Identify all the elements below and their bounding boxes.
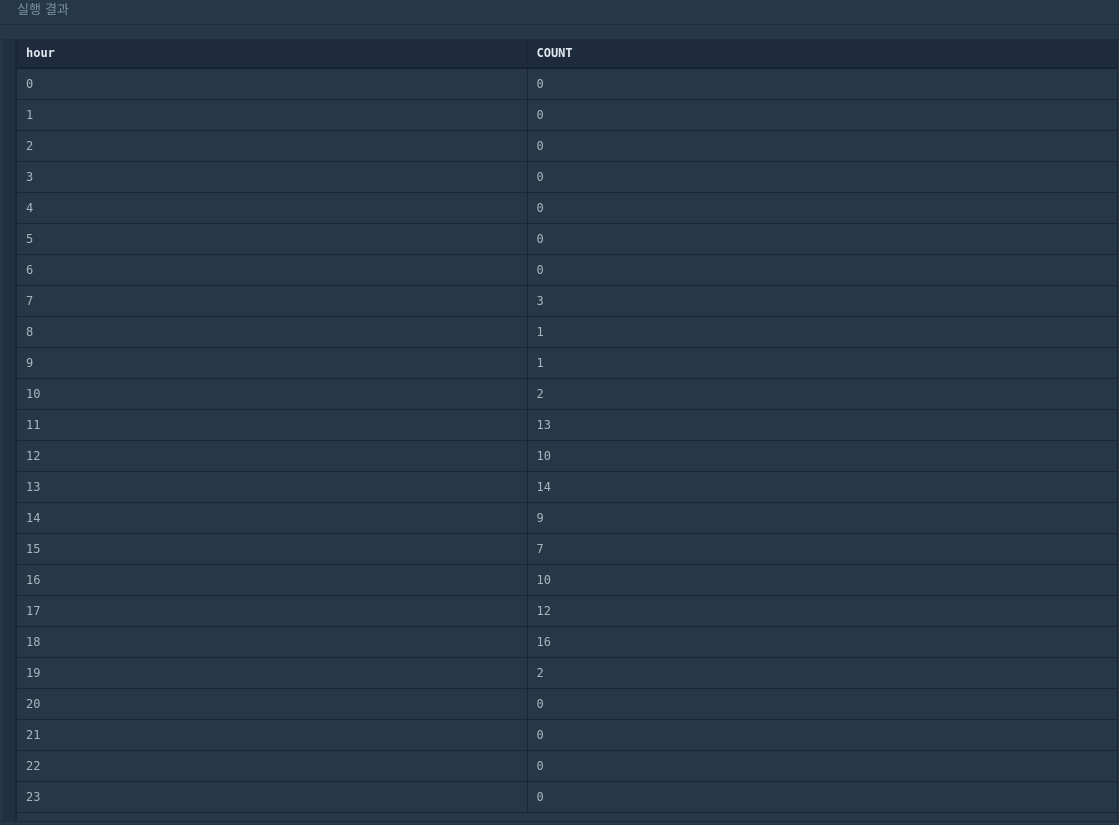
table-row: 15 7	[17, 533, 1118, 565]
cell-hour: 14	[17, 502, 528, 534]
cell-count: 7	[527, 533, 1118, 565]
cell-hour: 19	[17, 657, 528, 689]
cell-count: 0	[527, 223, 1118, 255]
cell-count: 0	[527, 68, 1118, 100]
cell-count: 0	[527, 254, 1118, 286]
table-row: 20 0	[17, 688, 1118, 720]
cell-hour: 15	[17, 533, 528, 565]
result-table: hour COUNT 0 0 1 0 2 0 3 0 4 0 5 0 6 0 7 3 8 1 9 1 10 2 11 13 12…	[17, 39, 1118, 813]
table-row: 16 10	[17, 564, 1118, 596]
cell-hour: 7	[17, 285, 528, 317]
cell-count: 12	[527, 595, 1118, 627]
result-gutter	[2, 39, 17, 821]
cell-hour: 9	[17, 347, 528, 379]
cell-count: 0	[527, 99, 1118, 131]
table-row: 73	[17, 285, 1118, 317]
cell-hour: 11	[17, 409, 528, 441]
cell-count: 10	[527, 440, 1118, 472]
cell-hour: 1	[17, 99, 528, 131]
table-row: 81	[17, 316, 1118, 348]
table-row: 12 10	[17, 440, 1118, 472]
table-row: 60	[17, 254, 1118, 286]
cell-count: 0	[527, 192, 1118, 224]
cell-count: 2	[527, 657, 1118, 689]
cell-hour: 8	[17, 316, 528, 348]
table-row: 20	[17, 130, 1118, 162]
cell-hour: 22	[17, 750, 528, 782]
cell-hour: 23	[17, 781, 528, 813]
cell-count: 0	[527, 688, 1118, 720]
table-row: 23 0	[17, 781, 1118, 813]
cell-count: 9	[527, 502, 1118, 534]
table-row: 10 2	[17, 378, 1118, 410]
table-row: 21 0	[17, 719, 1118, 751]
cell-hour: 16	[17, 564, 528, 596]
cell-hour: 5	[17, 223, 528, 255]
cell-hour: 12	[17, 440, 528, 472]
cell-hour: 3	[17, 161, 528, 193]
table-row: 22 0	[17, 750, 1118, 782]
cell-count: 16	[527, 626, 1118, 658]
column-header-count: COUNT	[527, 39, 1118, 69]
cell-count: 0	[527, 719, 1118, 751]
cell-hour: 21	[17, 719, 528, 751]
cell-count: 0	[527, 750, 1118, 782]
table-header-row: hour COUNT	[17, 39, 1118, 69]
cell-count: 0	[527, 161, 1118, 193]
table-row: 18 16	[17, 626, 1118, 658]
panel-title: 실행 결과	[17, 3, 69, 18]
cell-hour: 20	[17, 688, 528, 720]
cell-hour: 0	[17, 68, 528, 100]
cell-count: 13	[527, 409, 1118, 441]
table-row: 40	[17, 192, 1118, 224]
table-row: 19 2	[17, 657, 1118, 689]
table-row: 91	[17, 347, 1118, 379]
cell-hour: 10	[17, 378, 528, 410]
cell-count: 0	[527, 130, 1118, 162]
cell-count: 3	[527, 285, 1118, 317]
cell-count: 10	[527, 564, 1118, 596]
table-row: 17 12	[17, 595, 1118, 627]
cell-hour: 13	[17, 471, 528, 503]
cell-hour: 17	[17, 595, 528, 627]
table-row: 13 14	[17, 471, 1118, 503]
table-row: 50	[17, 223, 1118, 255]
table-row: 30	[17, 161, 1118, 193]
cell-count: 1	[527, 316, 1118, 348]
cell-hour: 2	[17, 130, 528, 162]
result-area: hour COUNT 0 0 1 0 2 0 3 0 4 0 5 0 6 0 7 3 8 1 9 1 10 2 11 13 12…	[0, 39, 1118, 822]
table-body: 0 0 1 0 2 0 3 0 4 0 5 0 6 0 7 3 8 1 9 1 10 2 11 13 12 10 13 14 14 9 15…	[17, 68, 1118, 813]
table-row: 14 9	[17, 502, 1118, 534]
table-row: 00	[17, 68, 1118, 100]
result-panel-header: 실행 결과	[0, 0, 1119, 25]
cell-hour: 6	[17, 254, 528, 286]
table-row: 10	[17, 99, 1118, 131]
column-header-hour: hour	[17, 39, 528, 69]
table-row: 11 13	[17, 409, 1118, 441]
cell-hour: 18	[17, 626, 528, 658]
cell-count: 1	[527, 347, 1118, 379]
cell-count: 2	[527, 378, 1118, 410]
cell-count: 0	[527, 781, 1118, 813]
cell-hour: 4	[17, 192, 528, 224]
cell-count: 14	[527, 471, 1118, 503]
